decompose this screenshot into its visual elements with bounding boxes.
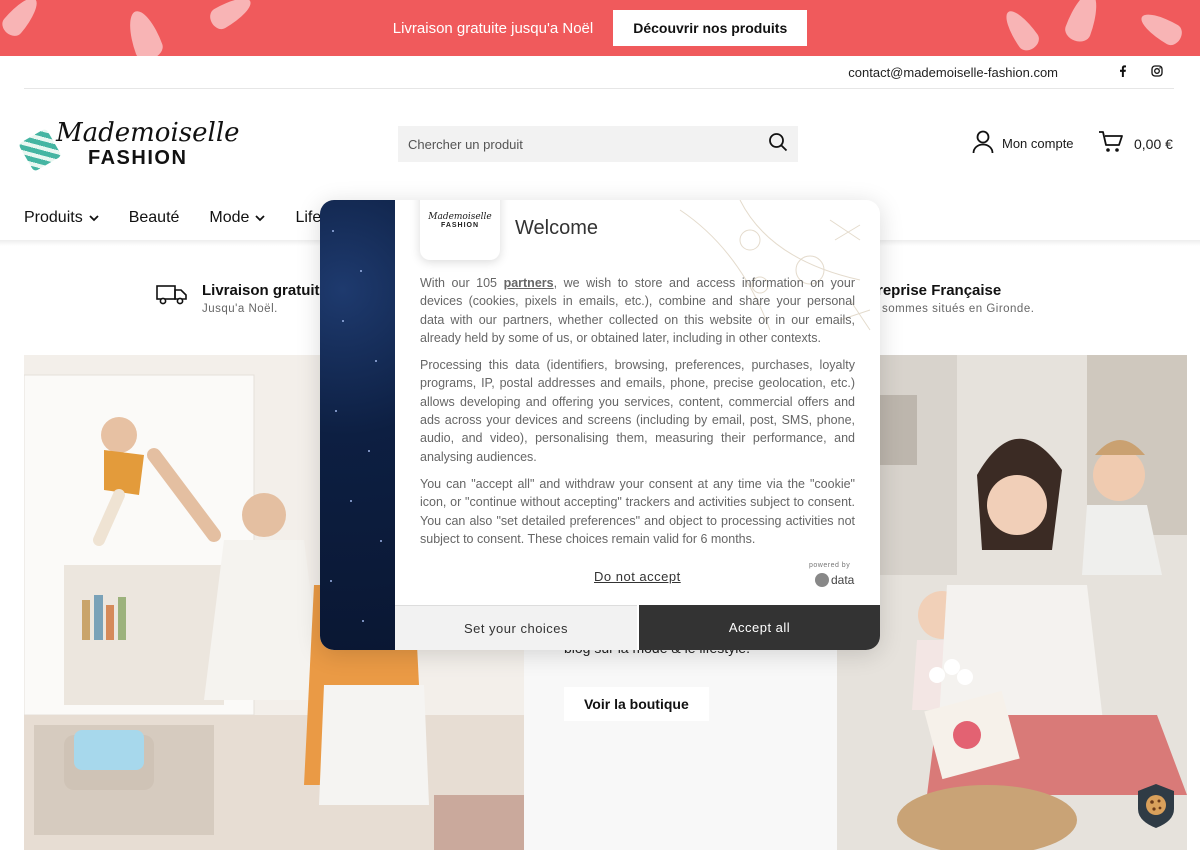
sddata-brand-text: data — [831, 573, 855, 587]
consent-text: With our 105 — [420, 276, 504, 290]
nav-item-label: Produits — [24, 209, 83, 226]
feature-subtitle: s sommes situés en Gironde. — [872, 303, 1035, 315]
instagram-icon[interactable] — [1140, 64, 1174, 80]
modal-starry-sidebar — [320, 200, 395, 650]
consent-paragraph-3: You can "accept all" and withdraw your c… — [420, 476, 855, 546]
leaf-decoration — [0, 0, 44, 40]
leaf-decoration — [1062, 0, 1104, 45]
account-link[interactable]: Mon compte — [972, 130, 1074, 157]
modal-logo-word: FASHION — [440, 221, 480, 229]
feature-title: Livraison gratuit — [202, 282, 320, 299]
cart-link[interactable]: 0,00 € — [1098, 130, 1173, 157]
chevron-down-icon — [255, 209, 266, 227]
modal-brand-logo: Mademoiselle FASHION — [420, 200, 500, 260]
consent-paragraph-1: With our 105 partners, we wish to store … — [420, 274, 855, 347]
nav-item-label: Beauté — [128, 209, 180, 226]
search-bar — [398, 126, 798, 162]
feature-free-delivery: Livraison gratuit Jusqu'a Noël. — [156, 282, 320, 315]
leaf-decoration — [206, 0, 256, 33]
page: Livraison gratuite jusqu'a Noël Découvri… — [0, 0, 1200, 850]
logo-script-text: Mademoiselle — [56, 118, 240, 148]
nav-item-label: Mode — [209, 209, 250, 226]
leaf-decoration — [999, 5, 1043, 55]
do-not-accept-link[interactable]: Do not accept — [594, 569, 681, 584]
cookie-icon — [1138, 784, 1174, 828]
logo-word-text: FASHION — [88, 147, 188, 169]
nav-item-mode[interactable]: Mode — [209, 209, 266, 227]
modal-body: With our 105 partners, we wish to store … — [420, 274, 855, 557]
facebook-icon[interactable] — [1106, 64, 1140, 80]
cookie-consent-modal: Mademoiselle FASHION Welcome With our 10… — [320, 200, 880, 650]
feature-french-company: treprise Française s sommes situés en Gi… — [872, 282, 1034, 315]
sddata-mark-icon — [815, 573, 829, 587]
main-nav: Produits Beauté Mode Lifes — [24, 196, 359, 240]
accept-all-button[interactable]: Accept all — [639, 605, 880, 650]
consent-paragraph-2: Processing this data (identifiers, brows… — [420, 358, 855, 464]
sddata-logo: data — [815, 573, 854, 587]
cart-total: 0,00 € — [1134, 135, 1173, 152]
mother-photo-illustration — [837, 355, 1187, 850]
discover-products-button[interactable]: Découvrir nos produits — [613, 10, 808, 46]
site-logo[interactable]: Mademoiselle FASHION — [18, 118, 240, 172]
search-input[interactable] — [408, 136, 768, 152]
contact-email-link[interactable]: contact@mademoiselle-fashion.com — [848, 65, 1058, 80]
partners-link[interactable]: partners — [504, 276, 554, 290]
visit-shop-button[interactable]: Voir la boutique — [564, 687, 709, 721]
cart-icon — [1098, 130, 1124, 157]
account-label: Mon compte — [1002, 136, 1074, 151]
top-contact-bar: contact@mademoiselle-fashion.com — [24, 56, 1174, 89]
promo-text: Livraison gratuite jusqu'a Noël — [392, 19, 594, 37]
feature-subtitle: Jusqu'a Noël. — [202, 303, 278, 315]
nav-item-beaute[interactable]: Beauté — [129, 209, 180, 227]
hero-image-mother[interactable] — [837, 355, 1187, 850]
chevron-down-icon — [89, 209, 99, 227]
set-choices-button[interactable]: Set your choices — [395, 605, 637, 650]
leaf-decoration — [122, 6, 166, 56]
promo-banner: Livraison gratuite jusqu'a Noël Découvri… — [0, 0, 1200, 56]
search-icon[interactable] — [768, 132, 788, 157]
cookie-settings-button[interactable] — [1137, 783, 1175, 829]
modal-title: Welcome — [515, 217, 598, 239]
delivery-truck-icon — [156, 282, 188, 311]
feature-title: treprise Française — [872, 282, 1002, 299]
nav-item-produits[interactable]: Produits — [24, 209, 99, 227]
powered-by-label: powered by — [809, 562, 851, 569]
user-icon — [972, 130, 994, 157]
modal-logo-script: Mademoiselle — [428, 211, 492, 222]
leaf-decoration — [1136, 7, 1186, 49]
